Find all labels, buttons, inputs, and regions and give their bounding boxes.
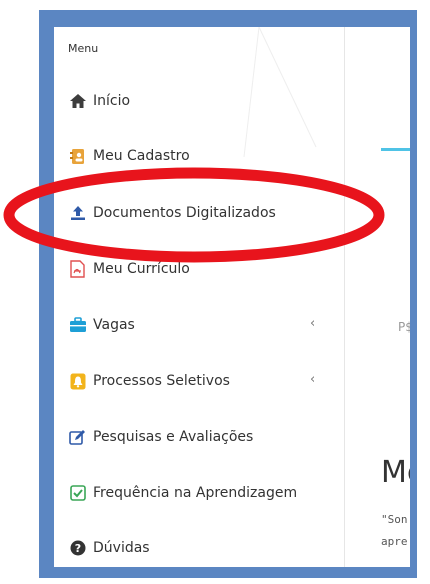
chevron-left-icon[interactable]: ‹ — [310, 372, 315, 387]
app-panel: Menu Início Meu Cadastro Documentos Digi… — [54, 27, 410, 567]
sidebar-item-label: Meu Currículo — [93, 261, 190, 277]
sidebar-item-label: Meu Cadastro — [93, 148, 190, 164]
sidebar-item-meu-curriculo[interactable]: Meu Currículo — [68, 254, 190, 284]
sidebar-item-label: Dúvidas — [93, 540, 150, 556]
briefcase-icon — [68, 316, 87, 335]
chevron-left-icon[interactable]: ‹ — [310, 316, 315, 331]
content-heading: Me — [381, 455, 410, 490]
sidebar-item-label: Processos Seletivos — [93, 373, 230, 389]
sidebar-item-processos-seletivos[interactable]: Processos Seletivos — [68, 366, 230, 396]
menu-title: Menu — [68, 42, 99, 55]
check-square-icon — [68, 484, 87, 503]
sidebar-item-frequencia-na-aprendizagem[interactable]: Frequência na Aprendizagem — [68, 478, 297, 508]
sidebar-item-label: Frequência na Aprendizagem — [93, 485, 298, 501]
sidebar-item-pesquisas-e-avaliacoes[interactable]: Pesquisas e Avaliações — [68, 422, 253, 452]
accent-underline — [381, 148, 410, 151]
content-text: apre — [381, 535, 408, 548]
sidebar-item-label: Pesquisas e Avaliações — [93, 429, 254, 445]
svg-text:?: ? — [74, 542, 80, 555]
content-fragment: P$ — [398, 320, 410, 334]
edit-icon — [68, 428, 87, 447]
sidebar-item-label: Vagas — [93, 317, 135, 333]
home-icon — [68, 92, 87, 111]
sidebar-item-label: Documentos Digitalizados — [93, 205, 276, 221]
question-circle-icon: ? — [68, 539, 87, 558]
sidebar-divider — [344, 27, 345, 567]
upload-icon — [68, 204, 87, 223]
sidebar-item-meu-cadastro[interactable]: Meu Cadastro — [68, 141, 190, 171]
address-book-icon — [68, 147, 87, 166]
sidebar-item-vagas[interactable]: Vagas — [68, 310, 135, 340]
sidebar-item-duvidas[interactable]: ? Dúvidas — [68, 533, 150, 563]
sidebar-item-label: Início — [93, 93, 131, 109]
sidebar-item-documentos-digitalizados[interactable]: Documentos Digitalizados — [68, 198, 276, 228]
pdf-file-icon — [68, 260, 87, 279]
bell-icon — [68, 372, 87, 391]
content-text: "Son — [381, 513, 408, 526]
sidebar-item-inicio[interactable]: Início — [68, 86, 130, 116]
sidebar-menu: Menu Início Meu Cadastro Documentos Digi… — [54, 27, 344, 567]
